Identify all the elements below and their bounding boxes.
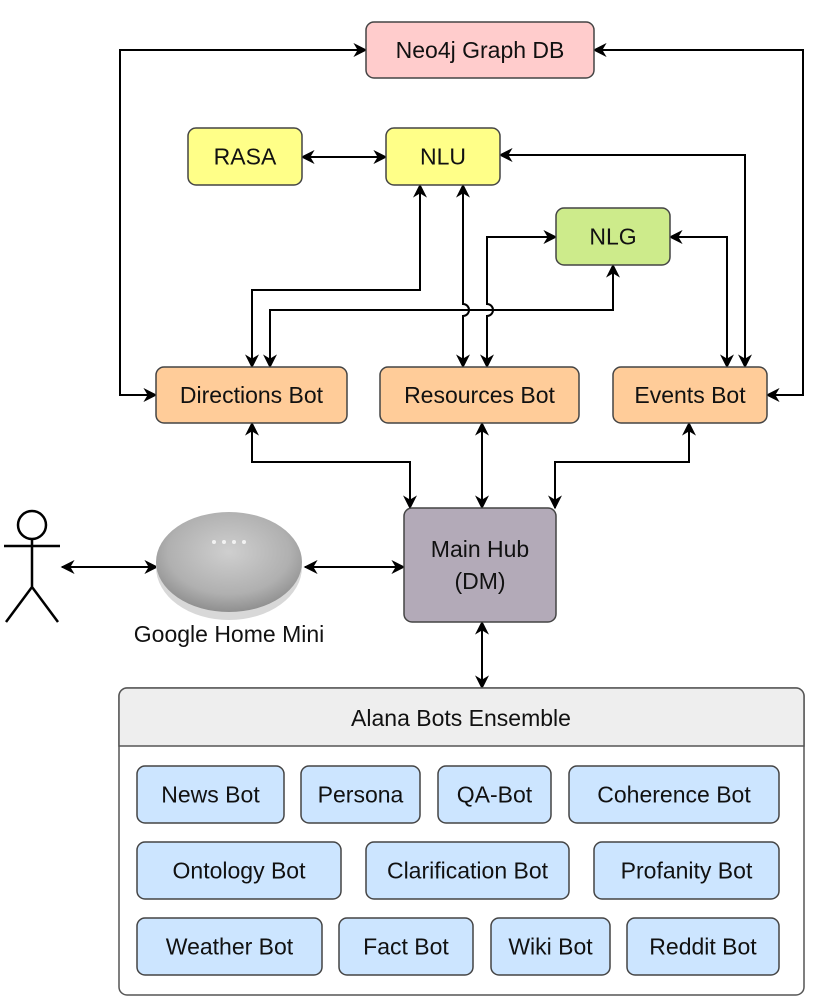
bot-clarification-bot: Clarification Bot [365, 841, 570, 900]
bot-ontology-bot: Ontology Bot [136, 841, 342, 900]
nlu-node: NLU [385, 127, 501, 186]
rasa-node: RASA [187, 127, 303, 186]
hub-node: Main Hub (DM) [403, 507, 557, 623]
bot-reddit-bot-label: Reddit Bot [649, 934, 757, 960]
bot-persona: Persona [300, 765, 421, 824]
google-home-icon [156, 512, 302, 612]
nodes: Neo4j Graph DB RASA NLU NLG Directions Bot Re… [4, 21, 805, 996]
bot-profanity-bot: Profanity Bot [593, 841, 780, 900]
hub-node-label: (DM) [454, 568, 505, 594]
bot-wiki-bot-label: Wiki Bot [508, 934, 593, 960]
neoj-node: Neo4j Graph DB [365, 21, 595, 79]
edge-nlg-events [668, 230, 734, 369]
edge-directions-hub [245, 421, 417, 510]
bot-coherence-bot: Coherence Bot [568, 765, 780, 824]
bot-qa-bot-label: QA-Bot [457, 782, 533, 808]
nlg-node: NLG [555, 207, 671, 266]
events-node: Events Bot [612, 366, 768, 424]
hub-node-shape [403, 507, 557, 623]
directions-node-label: Directions Bot [180, 382, 324, 408]
bot-clarification-bot-label: Clarification Bot [387, 858, 549, 884]
edge-nlu-resources [456, 183, 470, 369]
nlg-node-label: NLG [589, 224, 636, 250]
user-icon [4, 509, 60, 623]
alana-bots-ensemble: Alana Bots Ensemble News Bot Persona QA-Bot… [118, 687, 805, 996]
ensemble-title: Alana Bots Ensemble [351, 705, 571, 731]
edge-neo4j-directions [119, 43, 368, 402]
edge-events-hub [548, 421, 696, 510]
google-home-mini: Google Home Mini [134, 512, 324, 647]
bot-profanity-bot-label: Profanity Bot [621, 858, 753, 884]
bot-reddit-bot: Reddit Bot [626, 917, 780, 976]
edge-nlu-directions [245, 183, 427, 369]
edge-nlg-directions [263, 263, 620, 369]
google-home-label: Google Home Mini [134, 621, 324, 647]
bot-fact-bot: Fact Bot [338, 917, 474, 976]
hub-node-label: Main Hub [431, 536, 529, 562]
bot-news-bot-label: News Bot [161, 782, 260, 808]
led-dot [242, 540, 246, 544]
neoj-node-label: Neo4j Graph DB [396, 37, 565, 63]
edge-nlg-resources [480, 230, 558, 369]
architecture-diagram: Neo4j Graph DB RASA NLU NLG Directions Bot Re… [4, 21, 805, 996]
bot-ontology-bot-label: Ontology Bot [173, 858, 307, 884]
rasa-node-label: RASA [214, 144, 277, 170]
events-node-label: Events Bot [634, 382, 746, 408]
directions-node: Directions Bot [155, 366, 348, 424]
nlu-node-label: NLU [420, 144, 466, 170]
led-dot [222, 540, 226, 544]
bot-news-bot: News Bot [136, 765, 285, 824]
bot-persona-label: Persona [318, 782, 404, 808]
bot-wiki-bot: Wiki Bot [490, 917, 611, 976]
resources-node: Resources Bot [379, 366, 580, 424]
bot-qa-bot: QA-Bot [437, 765, 552, 824]
resources-node-label: Resources Bot [404, 382, 555, 408]
bot-fact-bot-label: Fact Bot [363, 934, 449, 960]
led-dot [232, 540, 236, 544]
bot-weather-bot-label: Weather Bot [166, 934, 294, 960]
bot-coherence-bot-label: Coherence Bot [597, 782, 751, 808]
led-dot [212, 540, 216, 544]
bot-weather-bot: Weather Bot [136, 917, 323, 976]
